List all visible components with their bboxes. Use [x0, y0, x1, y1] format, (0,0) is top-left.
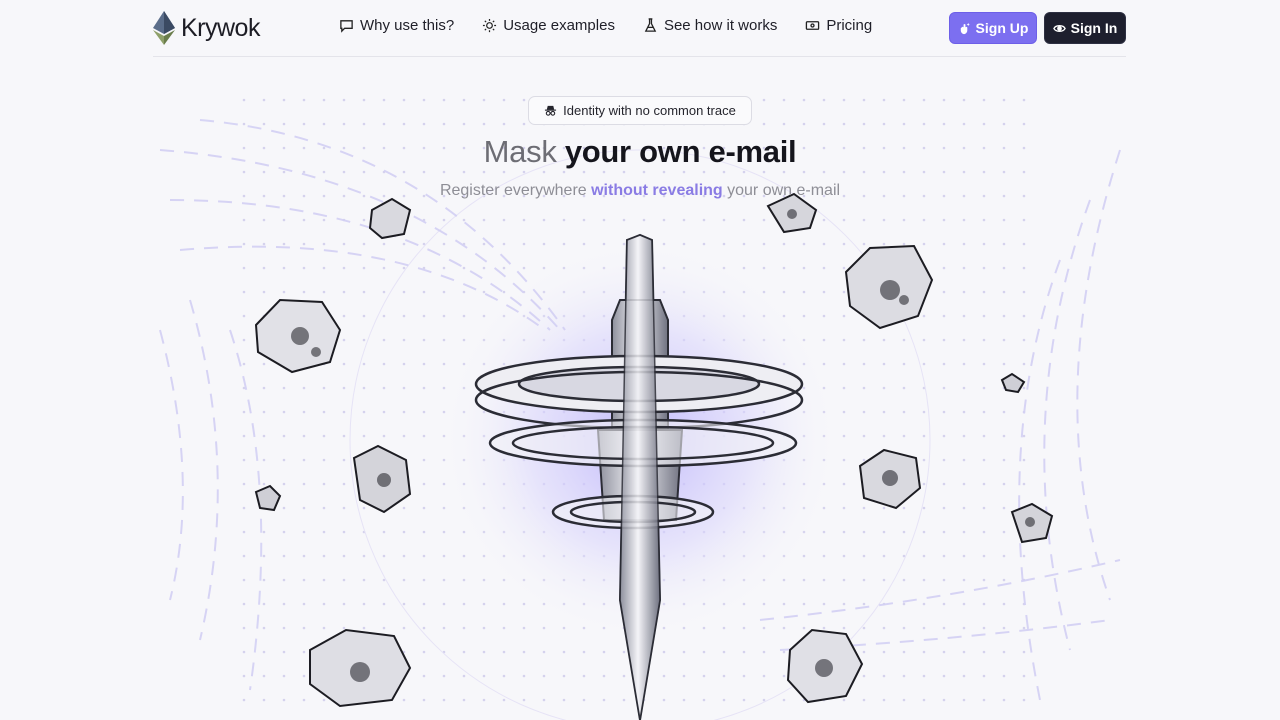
page-subheadline: Register everywhere without revealing yo…	[0, 182, 1280, 200]
headline-soft: Mask	[483, 134, 557, 169]
incognito-icon	[545, 105, 557, 116]
subline-accent: without revealing	[591, 182, 723, 199]
page-headline: Mask your own e-mail	[0, 134, 1280, 170]
badge-text: Identity with no common trace	[563, 103, 736, 118]
subline-after: your own e-mail	[722, 182, 841, 199]
identity-badge: Identity with no common trace	[528, 96, 752, 125]
headline-rest: your own e-mail	[556, 134, 797, 169]
subline-before: Register everywhere	[439, 182, 592, 199]
